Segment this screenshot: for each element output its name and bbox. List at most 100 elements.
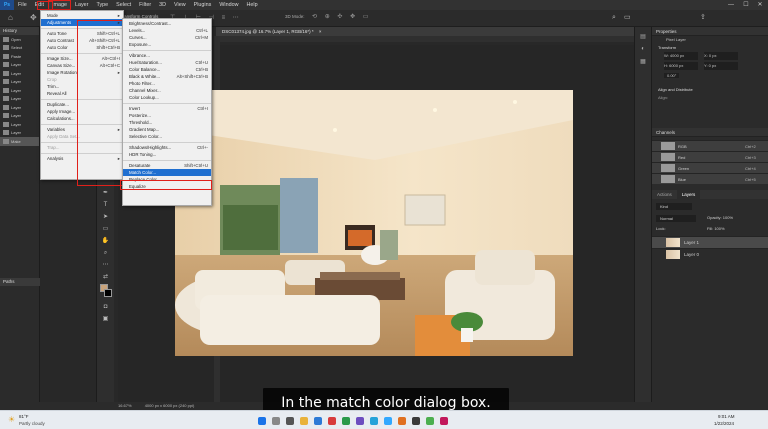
menu-item-black-white[interactable]: Black & White... Alt+Shift+Ctrl+B <box>123 73 211 80</box>
channel-row[interactable]: Green Ctrl+4 <box>652 162 768 173</box>
minimize-icon[interactable]: — <box>724 0 738 10</box>
width-field[interactable]: W: 4000 px <box>664 52 698 60</box>
menu-item-trim[interactable]: Trim... <box>41 83 123 90</box>
history-item[interactable]: Layer <box>0 69 39 78</box>
menu-item-apply-data-set[interactable]: Apply Data Set... <box>41 133 123 140</box>
zoom-level[interactable]: 16.67% <box>118 403 132 408</box>
menu-file[interactable]: File <box>14 0 31 10</box>
more-tools-icon[interactable]: ⋯ <box>97 259 114 271</box>
history-item[interactable]: Open <box>0 35 39 44</box>
menu-item-hdr-toning[interactable]: HDR Toning... <box>123 151 211 158</box>
3d-mode-icons[interactable]: ⟲ ⊕ ✣ ✥ ▭ <box>312 13 371 20</box>
menu-type[interactable]: Type <box>92 0 112 10</box>
menu-window[interactable]: Window <box>215 0 242 10</box>
menu-item-image-size[interactable]: Image Size... Alt+Ctrl+I <box>41 55 123 62</box>
zoom-tool-icon[interactable]: ⌕ <box>97 247 114 259</box>
menu-item-duplicate[interactable]: Duplicate... <box>41 101 123 108</box>
app-icon[interactable] <box>398 417 406 425</box>
menu-item-channel-mixer[interactable]: Channel Mixer... <box>123 87 211 94</box>
close-icon[interactable]: ✕ <box>753 0 767 10</box>
color-swatches[interactable] <box>97 283 114 301</box>
move-tool-icon[interactable]: ✥ <box>30 14 37 22</box>
menu-item-match-color[interactable]: Match Color... <box>123 169 211 176</box>
menu-item-color-lookup[interactable]: Color Lookup... <box>123 94 211 101</box>
menu-item-threshold[interactable]: Threshold... <box>123 119 211 126</box>
history-item[interactable]: Layer <box>0 61 39 70</box>
home-icon[interactable]: ⌂ <box>8 14 13 22</box>
blend-mode-select[interactable]: Normal <box>656 215 696 222</box>
dock-icon[interactable]: ▦ <box>635 58 651 65</box>
menu-item-levels[interactable]: Levels... Ctrl+L <box>123 27 211 34</box>
close-tab-icon[interactable]: × <box>319 29 322 34</box>
start-icon[interactable] <box>258 417 266 425</box>
history-item[interactable]: Layer <box>0 129 39 138</box>
menu-item-vibrance[interactable]: Vibrance... <box>123 52 211 59</box>
menu-item-brightness-contrast[interactable]: Brightness/Contrast... <box>123 20 211 27</box>
menu-item-mode[interactable]: Mode ▸ <box>41 12 123 19</box>
app-icon[interactable] <box>440 417 448 425</box>
menu-item-auto-color[interactable]: Auto Color Shift+Ctrl+B <box>41 44 123 51</box>
menu-item-image-rotation[interactable]: Image Rotation ▸ <box>41 69 123 76</box>
menu-3d[interactable]: 3D <box>155 0 170 10</box>
type-tool-icon[interactable]: T <box>97 199 114 211</box>
explorer-icon[interactable] <box>300 417 308 425</box>
app-icon[interactable] <box>426 417 434 425</box>
screen-mode-icon[interactable]: ▣ <box>97 313 114 325</box>
menu-item-trap[interactable]: Trap... <box>41 144 123 151</box>
document-tab[interactable]: DSC01374.jpg @ 16.7% (Layer 1, RGB/16*) … <box>216 27 634 36</box>
menu-plugins[interactable]: Plugins <box>190 0 216 10</box>
task-view-icon[interactable] <box>286 417 294 425</box>
quick-mask-icon[interactable]: ◘ <box>97 301 114 313</box>
maximize-icon[interactable]: ☐ <box>739 0 753 10</box>
app-icon[interactable] <box>356 417 364 425</box>
app-icon[interactable] <box>328 417 336 425</box>
opacity-field[interactable]: Opacity: 100% <box>707 215 733 220</box>
menu-layer[interactable]: Layer <box>71 0 93 10</box>
photoshop-taskbar-icon[interactable] <box>384 417 392 425</box>
menu-view[interactable]: View <box>170 0 190 10</box>
menu-help[interactable]: Help <box>243 0 262 10</box>
menu-item-variables[interactable]: Variables ▸ <box>41 126 123 133</box>
history-item[interactable]: Layer <box>0 120 39 129</box>
history-item[interactable]: Layer <box>0 86 39 95</box>
menu-filter[interactable]: Filter <box>135 0 155 10</box>
share-icon[interactable]: ⇪ <box>700 13 706 21</box>
menu-item-exposure[interactable]: Exposure... <box>123 41 211 48</box>
height-field[interactable]: H: 6000 px <box>664 62 698 70</box>
history-item[interactable]: Make <box>0 137 39 146</box>
history-item[interactable]: Layer <box>0 103 39 112</box>
menu-item-curves[interactable]: Curves... Ctrl+M <box>123 34 211 41</box>
workspace-icon[interactable]: ▭ <box>624 13 631 21</box>
search-taskbar-icon[interactable] <box>272 417 280 425</box>
swap-colors-icon[interactable]: ⇄ <box>97 271 114 283</box>
dock-icon[interactable]: ▤ <box>635 33 651 40</box>
menu-item-adjustments[interactable]: Adjustments ▸ <box>41 19 123 26</box>
menu-item-calculations[interactable]: Calculations... <box>41 115 123 122</box>
menu-item-selective-color[interactable]: Selective Color... <box>123 133 211 140</box>
menu-item-analysis[interactable]: Analysis ▸ <box>41 155 123 162</box>
app-icon[interactable] <box>370 417 378 425</box>
angle-field[interactable]: 0.00° <box>664 73 680 78</box>
tab-layers[interactable]: Layers <box>676 190 701 199</box>
menu-item-equalize[interactable]: Equalize <box>123 183 211 190</box>
pen-tool-icon[interactable]: ✒ <box>97 187 114 199</box>
channel-row[interactable]: RGB Ctrl+2 <box>652 140 768 151</box>
channel-row[interactable]: Blue Ctrl+5 <box>652 173 768 184</box>
rectangle-tool-icon[interactable]: ▭ <box>97 223 114 235</box>
layer-row[interactable]: Layer 0 <box>652 248 768 260</box>
menu-item-canvas-size[interactable]: Canvas Size... Alt+Ctrl+C <box>41 62 123 69</box>
menu-item-reveal-all[interactable]: Reveal All <box>41 90 123 97</box>
menu-item-shadows-highlights[interactable]: Shadows/Highlights... Ctrl+- <box>123 144 211 151</box>
channel-row[interactable]: Red Ctrl+3 <box>652 151 768 162</box>
menu-select[interactable]: Select <box>112 0 135 10</box>
menu-item-auto-contrast[interactable]: Auto Contrast Alt+Shift+Ctrl+L <box>41 37 123 44</box>
history-item[interactable]: Layer <box>0 95 39 104</box>
search-icon[interactable]: ⌕ <box>612 14 616 22</box>
history-item[interactable]: Layer <box>0 78 39 87</box>
layer-kind-filter[interactable]: Kind <box>656 203 692 210</box>
menu-item-desaturate[interactable]: Desaturate Shift+Ctrl+U <box>123 162 211 169</box>
menu-item-hue-saturation[interactable]: Hue/Saturation... Ctrl+U <box>123 59 211 66</box>
menu-item-color-balance[interactable]: Color Balance... Ctrl+B <box>123 66 211 73</box>
menu-item-auto-tone[interactable]: Auto Tone Shift+Ctrl+L <box>41 30 123 37</box>
layer-row[interactable]: Layer 1 <box>652 236 768 248</box>
